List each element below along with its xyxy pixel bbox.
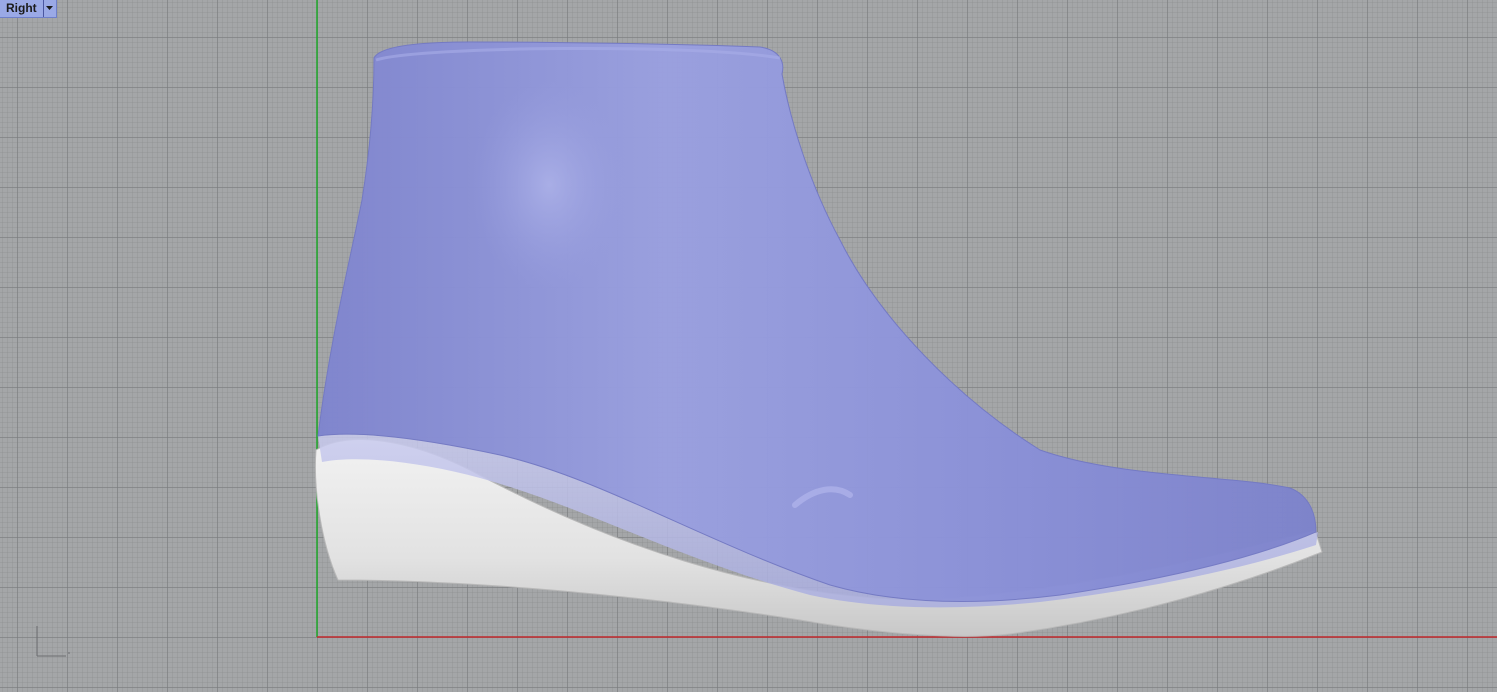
world-axes-icon <box>36 626 70 657</box>
viewport-name-label[interactable]: Right <box>0 0 43 17</box>
chevron-down-icon[interactable] <box>42 0 56 17</box>
viewport-title-tab[interactable]: Right <box>0 0 57 18</box>
viewport-scene <box>314 0 1497 638</box>
upper-highlight <box>450 80 670 380</box>
viewport-right[interactable]: Right <box>0 0 1497 692</box>
